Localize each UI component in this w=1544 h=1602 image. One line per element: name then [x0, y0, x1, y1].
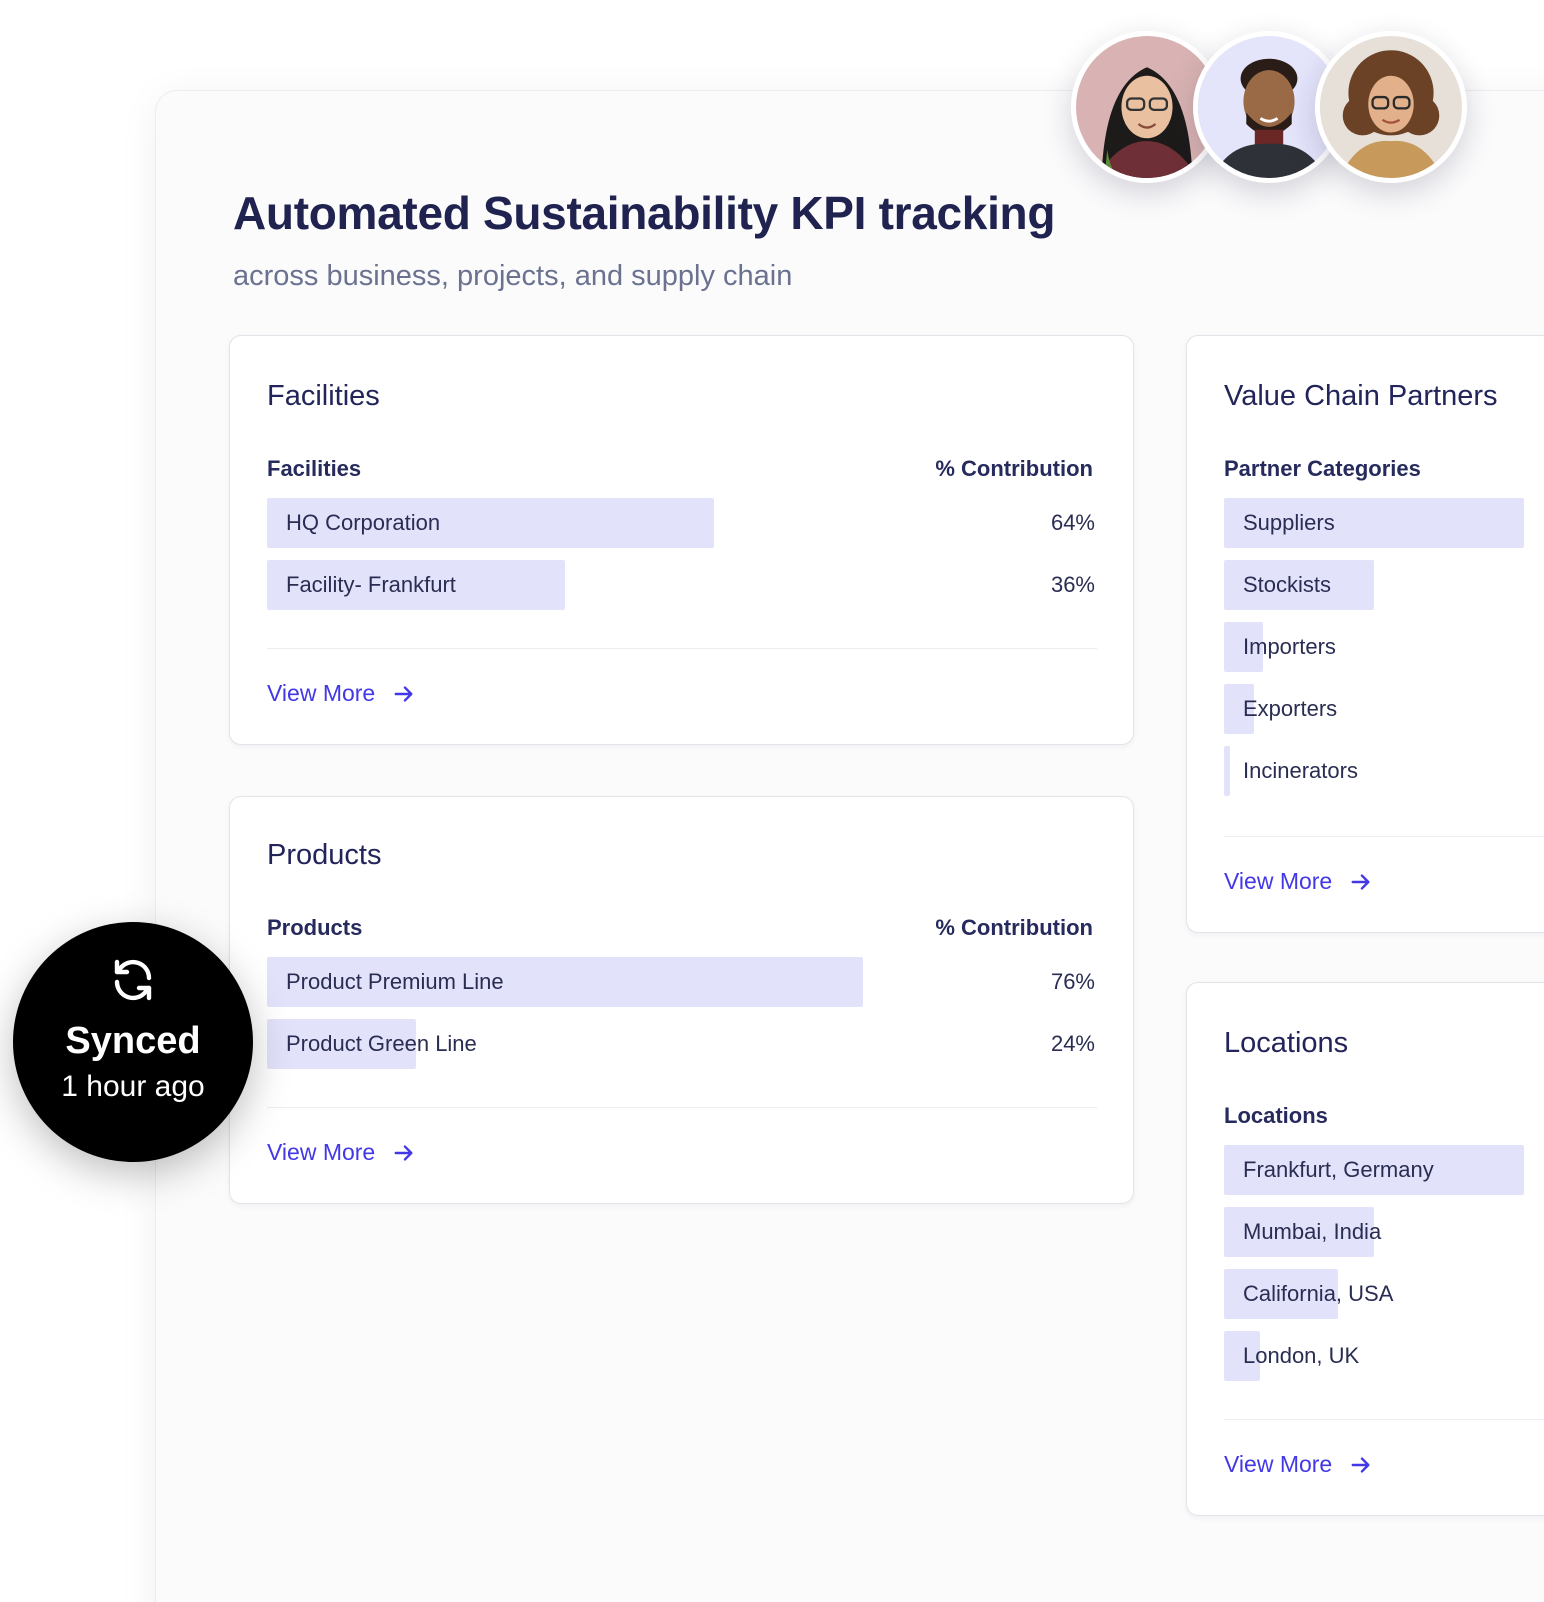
- row-label: Product Green Line: [286, 1031, 477, 1056]
- list-item[interactable]: Suppliers: [1224, 498, 1524, 548]
- avatar-woman-curly-image: [1320, 36, 1462, 178]
- divider: [1224, 1419, 1544, 1420]
- row-label: Mumbai, India: [1243, 1219, 1382, 1244]
- list-item[interactable]: Incinerators: [1224, 746, 1524, 796]
- value-chain-partners-card: Value Chain Partners Partner Categories …: [1186, 335, 1544, 933]
- list-item[interactable]: HQ Corporation 64%: [267, 498, 1095, 548]
- list-item[interactable]: Stockists: [1224, 560, 1524, 610]
- row-label: Frankfurt, Germany: [1243, 1157, 1434, 1182]
- row-percentage: 76%: [1050, 969, 1095, 994]
- row-label: London, UK: [1243, 1343, 1360, 1368]
- locations-card: Locations Locations Frankfurt, Germany M…: [1186, 982, 1544, 1516]
- row-label: Product Premium Line: [286, 969, 504, 994]
- view-more-label: View More: [267, 680, 376, 706]
- row-label: Importers: [1243, 634, 1336, 659]
- list-item[interactable]: Importers: [1224, 622, 1524, 672]
- view-more-link[interactable]: View More: [1224, 868, 1372, 895]
- synced-badge: Synced 1 hour ago: [13, 922, 253, 1162]
- list-item[interactable]: Exporters: [1224, 684, 1524, 734]
- stage: Automated Sustainability KPI tracking ac…: [0, 0, 1544, 1602]
- row-percentage: 24%: [1050, 1031, 1095, 1056]
- synced-title: Synced: [65, 1020, 201, 1062]
- view-more-link[interactable]: View More: [1224, 1451, 1372, 1478]
- divider: [267, 648, 1097, 649]
- row-label: Exporters: [1243, 696, 1338, 721]
- row-label: California, USA: [1243, 1281, 1394, 1306]
- column-header-name: Locations: [1224, 1103, 1328, 1128]
- card-title: Products: [267, 839, 382, 871]
- facilities-card: Facilities Facilities % Contribution HQ …: [229, 335, 1134, 745]
- avatar-woman-curly: [1315, 31, 1467, 183]
- row-label: Stockists: [1243, 572, 1332, 597]
- contribution-bar: [1224, 746, 1230, 796]
- list-item[interactable]: California, USA: [1224, 1269, 1524, 1319]
- card-title: Locations: [1224, 1027, 1349, 1059]
- synced-time: 1 hour ago: [61, 1070, 205, 1103]
- column-header-name: Partner Categories: [1224, 456, 1421, 481]
- list-item[interactable]: Facility- Frankfurt 36%: [267, 560, 1095, 610]
- row-label: Incinerators: [1243, 758, 1358, 783]
- list-item[interactable]: Frankfurt, Germany: [1224, 1145, 1524, 1195]
- row-percentage: 36%: [1050, 572, 1095, 597]
- column-header-contribution: % Contribution: [935, 456, 1093, 481]
- view-more-label: View More: [1224, 1451, 1333, 1477]
- view-more-link[interactable]: View More: [267, 680, 415, 707]
- list-item[interactable]: Mumbai, India: [1224, 1207, 1524, 1257]
- arrow-right-icon: [394, 685, 413, 702]
- list-item[interactable]: Product Green Line 24%: [267, 1019, 1095, 1069]
- arrow-right-icon: [1351, 1456, 1370, 1473]
- arrow-right-icon: [394, 1144, 413, 1161]
- products-card: Products Products % Contribution Product…: [229, 796, 1134, 1204]
- card-title: Facilities: [267, 380, 380, 412]
- page-subtitle: across business, projects, and supply ch…: [233, 260, 793, 292]
- row-percentage: 64%: [1050, 510, 1095, 535]
- column-header-name: Products: [267, 915, 363, 940]
- view-more-label: View More: [1224, 868, 1333, 894]
- sync-icon: [114, 959, 152, 1001]
- list-item[interactable]: London, UK: [1224, 1331, 1524, 1381]
- card-title: Value Chain Partners: [1224, 380, 1498, 412]
- row-label: HQ Corporation: [286, 510, 441, 535]
- view-more-link[interactable]: View More: [267, 1139, 415, 1166]
- column-header-contribution: % Contribution: [935, 915, 1093, 940]
- arrow-right-icon: [1351, 873, 1370, 890]
- row-label: Suppliers: [1243, 510, 1335, 535]
- page-title: Automated Sustainability KPI tracking: [233, 187, 1056, 239]
- list-item[interactable]: Product Premium Line 76%: [267, 957, 1095, 1007]
- divider: [1224, 836, 1544, 837]
- row-label: Facility- Frankfurt: [286, 572, 456, 597]
- divider: [267, 1107, 1097, 1108]
- view-more-label: View More: [267, 1139, 376, 1165]
- column-header-name: Facilities: [267, 456, 362, 481]
